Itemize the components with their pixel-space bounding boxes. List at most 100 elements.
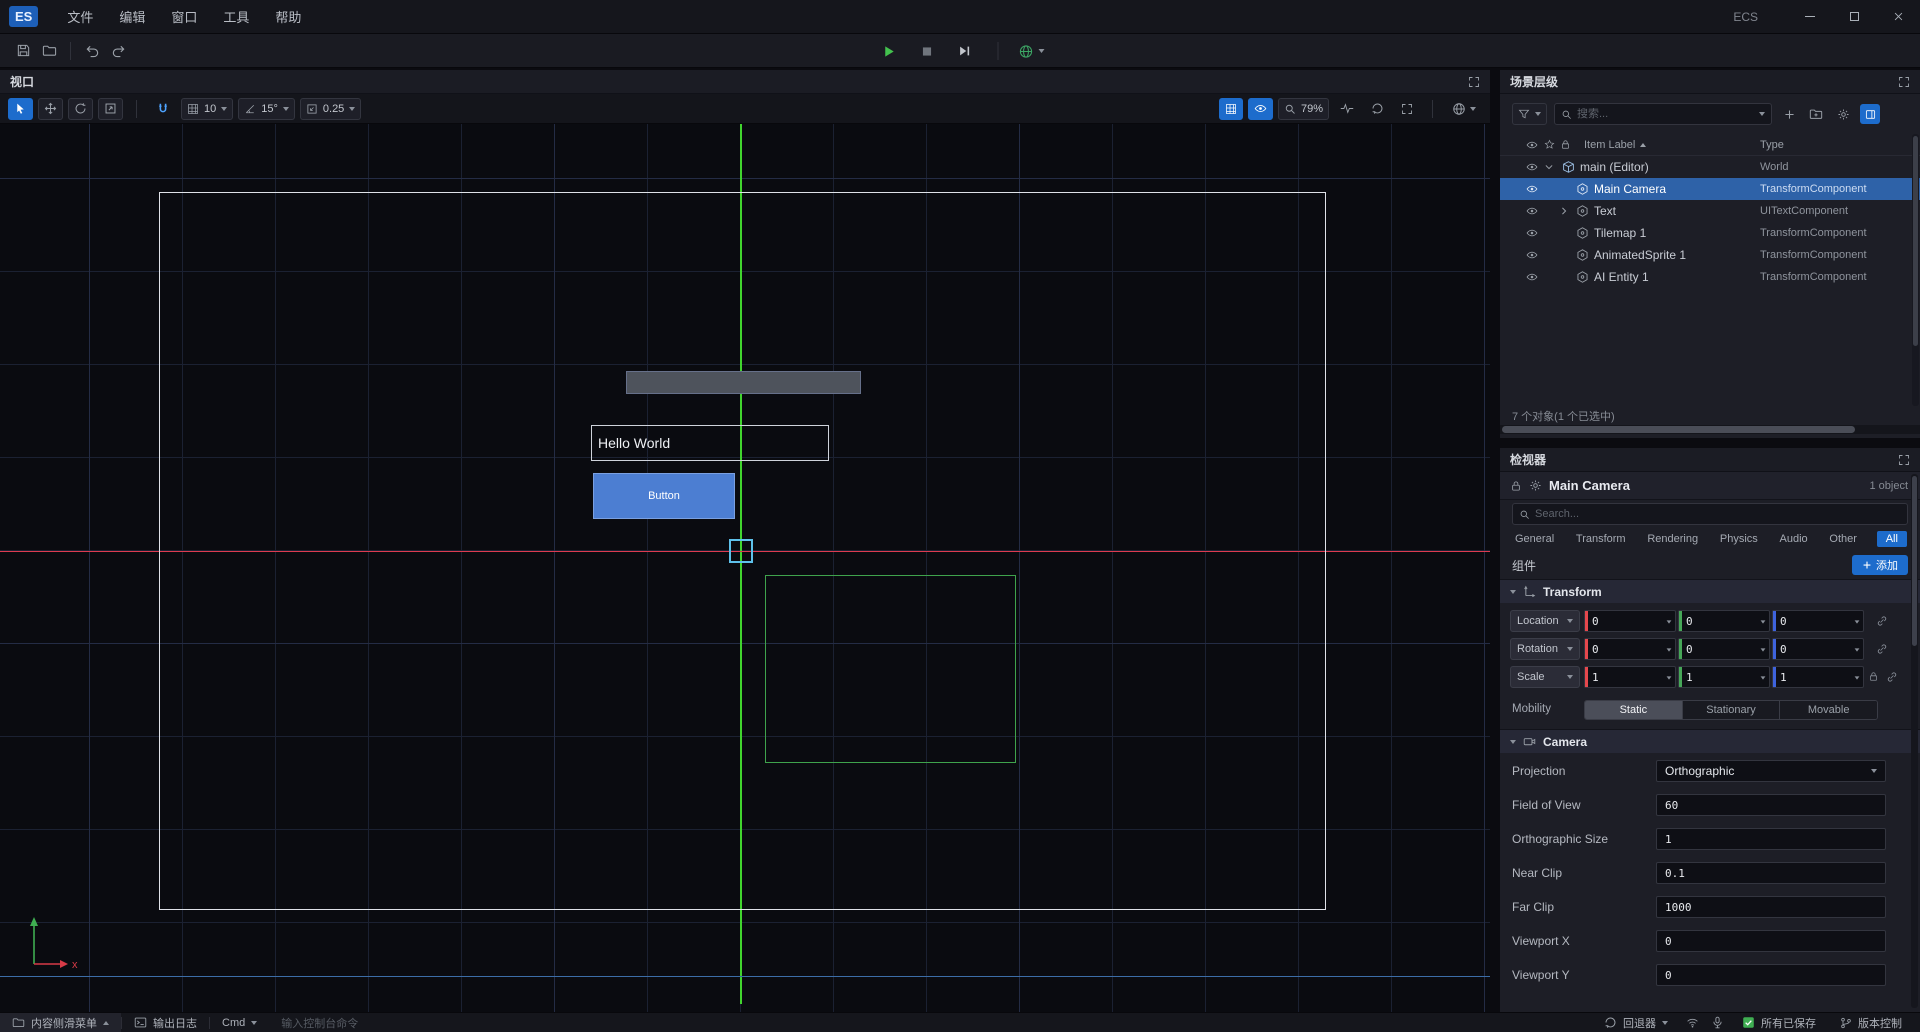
star-icon[interactable] [1544, 139, 1555, 150]
scrollbar-thumb[interactable] [1912, 476, 1917, 646]
location-x-input[interactable] [1592, 611, 1662, 631]
scale-z-input[interactable] [1780, 667, 1850, 687]
stats-button[interactable] [1334, 98, 1360, 120]
scale-z-field[interactable] [1772, 666, 1864, 688]
chevron-right-icon[interactable] [1559, 206, 1569, 216]
view-mode-dropdown[interactable] [1446, 98, 1482, 120]
version-control-button[interactable]: 版本控制 [1828, 1015, 1914, 1031]
reset-view-button[interactable] [1365, 98, 1390, 120]
stop-button[interactable] [914, 38, 940, 64]
location-z-field[interactable] [1772, 610, 1864, 632]
visibility-eye-icon[interactable] [1526, 205, 1538, 217]
grid-snap-dropdown[interactable]: 10 [181, 98, 233, 120]
scale-y-input[interactable] [1686, 667, 1756, 687]
hierarchy-horizontal-scrollbar[interactable] [1500, 425, 1920, 434]
play-button[interactable] [876, 38, 902, 64]
tab-physics[interactable]: Physics [1718, 531, 1760, 547]
fullscreen-button[interactable] [1395, 98, 1419, 120]
save-button[interactable] [10, 38, 36, 64]
redo-button[interactable] [105, 38, 131, 64]
snap-magnet-button[interactable] [150, 98, 176, 120]
visibility-eye-icon[interactable] [1526, 271, 1538, 283]
hierarchy-row-main-camera[interactable]: Main Camera TransformComponent [1500, 178, 1920, 200]
scale-dropdown[interactable]: Scale [1510, 666, 1580, 688]
viewport-y-input[interactable]: 0 [1656, 964, 1886, 986]
link-icon[interactable] [1886, 671, 1898, 683]
tab-all[interactable]: All [1877, 531, 1907, 547]
hierarchy-search-input[interactable] [1577, 108, 1754, 120]
expand-panel-icon[interactable] [1898, 76, 1910, 88]
visibility-options-button[interactable] [1248, 98, 1273, 120]
console-command-input[interactable]: 输入控制台命令 [269, 1013, 370, 1032]
orthographic-size-input[interactable]: 1 [1656, 828, 1886, 850]
filter-dropdown[interactable] [1512, 103, 1547, 125]
visibility-eye-icon[interactable] [1526, 161, 1538, 173]
menu-file[interactable]: 文件 [54, 0, 106, 33]
gear-icon[interactable] [1529, 479, 1542, 492]
hierarchy-settings-button[interactable] [1833, 104, 1853, 124]
rotation-dropdown[interactable]: Rotation [1510, 638, 1580, 660]
tab-audio[interactable]: Audio [1778, 531, 1810, 547]
hierarchy-vertical-scrollbar[interactable] [1912, 134, 1919, 406]
far-clip-input[interactable]: 1000 [1656, 896, 1886, 918]
viewport-x-input[interactable]: 0 [1656, 930, 1886, 952]
voice-status[interactable] [1705, 1016, 1730, 1029]
close-button[interactable] [1876, 0, 1920, 34]
link-icon[interactable] [1876, 643, 1888, 655]
projection-select[interactable]: Orthographic [1656, 760, 1886, 782]
rotate-tool-button[interactable] [68, 98, 93, 120]
link-icon[interactable] [1876, 615, 1888, 627]
location-x-field[interactable] [1584, 610, 1676, 632]
location-z-input[interactable] [1780, 611, 1850, 631]
move-tool-button[interactable] [38, 98, 63, 120]
inspector-search[interactable] [1512, 503, 1908, 525]
field-of-view-input[interactable]: 60 [1656, 794, 1886, 816]
rotation-x-input[interactable] [1592, 639, 1662, 659]
location-y-input[interactable] [1686, 611, 1756, 631]
rollback-dropdown[interactable]: 回退器 [1592, 1015, 1680, 1031]
mobility-movable[interactable]: Movable [1779, 701, 1877, 719]
lock-icon[interactable] [1868, 671, 1879, 682]
maximize-button[interactable] [1832, 0, 1876, 34]
network-status[interactable] [1680, 1016, 1705, 1029]
cursor-tool-button[interactable] [8, 98, 33, 120]
rotation-y-input[interactable] [1686, 639, 1756, 659]
lock-icon[interactable] [1560, 139, 1571, 150]
show-grid-button[interactable] [1219, 98, 1243, 120]
run-target-dropdown[interactable] [1019, 38, 1045, 64]
menu-edit[interactable]: 编辑 [106, 0, 158, 33]
visibility-eye-icon[interactable] [1526, 227, 1538, 239]
add-folder-button[interactable] [1806, 104, 1826, 124]
zoom-control[interactable]: 79% [1278, 98, 1329, 120]
hierarchy-row-ai-entity[interactable]: AI Entity 1 TransformComponent [1500, 266, 1920, 288]
rotation-x-field[interactable] [1584, 638, 1676, 660]
hierarchy-search[interactable] [1554, 103, 1772, 125]
lock-icon[interactable] [1510, 480, 1522, 492]
tab-other[interactable]: Other [1827, 531, 1859, 547]
scale-x-field[interactable] [1584, 666, 1676, 688]
ui-button[interactable]: Button [593, 473, 735, 519]
angle-snap-dropdown[interactable]: 15° [238, 98, 295, 120]
scrollbar-thumb[interactable] [1502, 426, 1855, 433]
location-dropdown[interactable]: Location [1510, 610, 1580, 632]
rotation-z-input[interactable] [1780, 639, 1850, 659]
hierarchy-row-tilemap[interactable]: Tilemap 1 TransformComponent [1500, 222, 1920, 244]
rotation-y-field[interactable] [1678, 638, 1770, 660]
eye-icon[interactable] [1526, 139, 1538, 151]
near-clip-input[interactable]: 0.1 [1656, 862, 1886, 884]
mobility-stationary[interactable]: Stationary [1682, 701, 1780, 719]
panel-layout-button[interactable] [1860, 104, 1880, 124]
expand-panel-icon[interactable] [1468, 76, 1480, 88]
menu-help[interactable]: 帮助 [262, 0, 314, 33]
tab-rendering[interactable]: Rendering [1645, 531, 1700, 547]
add-component-button[interactable]: 添加 [1852, 555, 1908, 575]
step-button[interactable] [952, 38, 978, 64]
transform-section-header[interactable]: Transform [1500, 579, 1920, 603]
add-entity-button[interactable] [1779, 104, 1799, 124]
column-type[interactable]: Type [1760, 139, 1784, 151]
expand-panel-icon[interactable] [1898, 454, 1910, 466]
camera-section-header[interactable]: Camera [1500, 729, 1920, 753]
hierarchy-row-text[interactable]: Text UITextComponent [1500, 200, 1920, 222]
hierarchy-row-main[interactable]: main (Editor) World [1500, 156, 1920, 178]
scale-x-input[interactable] [1592, 667, 1662, 687]
